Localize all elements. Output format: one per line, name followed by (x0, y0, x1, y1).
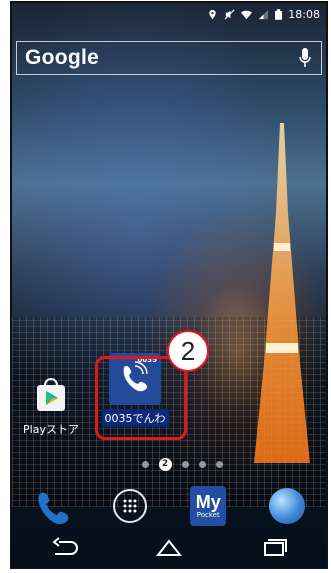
app-play-store[interactable]: Playストア (14, 373, 88, 437)
google-search-bar[interactable]: Google (16, 41, 322, 75)
home-icon (155, 539, 183, 556)
mypocket-line1: My (195, 492, 221, 512)
highlight-box (95, 356, 187, 440)
status-bar: 18:08 (12, 3, 326, 25)
phone-screen: 18:08 Google Playストア 0035 0035でんわ 2 2 My… (10, 1, 328, 569)
dock-browser[interactable] (265, 484, 309, 528)
home-button[interactable] (149, 533, 189, 563)
app-label-play-store: Playストア (23, 423, 79, 436)
location-icon (209, 9, 217, 19)
google-logo-text: Google (25, 46, 100, 69)
recents-button[interactable] (254, 533, 294, 563)
page-dot (215, 460, 223, 468)
recents-icon (263, 539, 287, 556)
back-icon (52, 537, 79, 555)
back-button[interactable] (44, 533, 84, 563)
mypocket-line2: Pocket (196, 511, 220, 519)
page-dot-active: 2 (158, 457, 172, 471)
page-dot (141, 460, 149, 468)
microphone-icon[interactable] (297, 47, 313, 69)
apps-grid-icon (112, 489, 147, 523)
signal-icon (259, 9, 269, 19)
dock-all-apps[interactable] (108, 484, 152, 528)
dock-my-pocket[interactable]: My Pocket (186, 484, 230, 528)
navigation-bar (12, 529, 326, 567)
tower-illustration (254, 123, 310, 463)
phone-icon (38, 492, 69, 525)
step-number-badge: 2 (167, 330, 209, 372)
page-indicator: 2 (122, 457, 242, 471)
page-dot (198, 460, 206, 468)
no-sound-icon (224, 9, 235, 19)
clock: 18:08 (288, 7, 320, 21)
page-dot (181, 460, 189, 468)
wifi-icon (241, 10, 253, 19)
mypocket-icon: My Pocket (190, 486, 227, 526)
dock: My Pocket (12, 481, 326, 531)
battery-icon (275, 8, 283, 20)
google-play-icon (29, 373, 73, 417)
globe-icon (268, 488, 305, 524)
dock-phone[interactable] (29, 484, 73, 528)
